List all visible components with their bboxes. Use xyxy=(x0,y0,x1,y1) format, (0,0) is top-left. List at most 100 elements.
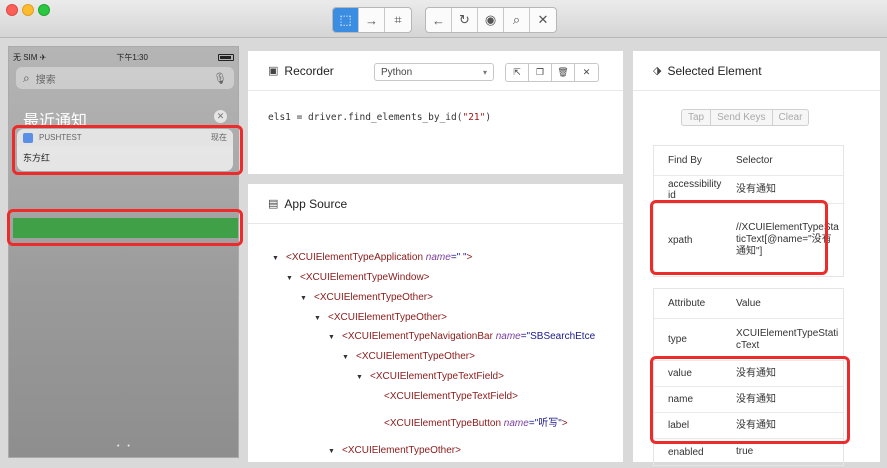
chevron-down-icon: ▾ xyxy=(482,67,487,77)
annotation-box xyxy=(650,200,828,275)
node-value: =" " xyxy=(450,252,467,263)
node-end: > xyxy=(466,252,473,263)
expand-arrow-icon[interactable]: ▼ xyxy=(328,448,342,455)
tap-button[interactable]: Tap xyxy=(682,110,712,125)
eye-icon: ◉ xyxy=(484,12,497,27)
recorder-icon: ▣ xyxy=(268,65,279,77)
document-icon: ▤ xyxy=(268,198,279,210)
node-value: ="SBSearchEtce xyxy=(520,331,596,342)
tree-node[interactable]: ▼ <XCUIElementTypeOther> xyxy=(300,292,433,303)
node-tag: <XCUIElementTypeOther> xyxy=(356,351,475,362)
tree-node[interactable]: ▼ <XCUIElementTypeTextField> xyxy=(356,371,504,382)
selector-value[interactable]: 没有通知 xyxy=(736,176,843,203)
carrier-label: 无 SIM ✈ xyxy=(13,52,47,62)
expand-arrow-icon[interactable]: ▼ xyxy=(300,295,314,302)
tree-node[interactable]: <XCUIElementTypeButton name="听写"> xyxy=(384,414,568,429)
window-close-button[interactable] xyxy=(6,4,18,16)
annotation-box xyxy=(7,209,243,246)
recorder-panel: ▣ Recorder Python ▾ ⇱ ❐ 🗑 ✕ els1 = drive… xyxy=(248,51,623,174)
app-source-panel: ▤ App Source ▼ <XCUIElementTypeApplicatio… xyxy=(248,184,623,462)
select-elements-button[interactable]: ⬚ xyxy=(333,8,359,32)
node-tag: <XCUIElementTypeButton xyxy=(384,418,502,429)
node-tag: <XCUIElementTypeOther> xyxy=(342,445,461,456)
window-minimize-button[interactable] xyxy=(22,4,34,16)
expand-arrow-icon[interactable]: ▼ xyxy=(328,334,342,341)
device-screenshot[interactable]: 无 SIM ✈ 下午1:30 ⌕ 搜索 🎙 最近通知 ✕ PUSHTEST 现在… xyxy=(8,46,239,458)
node-tag: <XCUIElementTypeTextField> xyxy=(370,371,504,382)
table-header-row: Attribute Value xyxy=(654,289,843,319)
window-maximize-button[interactable] xyxy=(38,4,50,16)
node-tag: <XCUIElementTypeWindow> xyxy=(300,272,430,283)
microphone-icon[interactable]: 🎙 xyxy=(213,72,227,85)
start-recording-button[interactable]: ◉ xyxy=(478,8,504,32)
recorder-actions: ⇱ ❐ 🗑 ✕ xyxy=(505,63,599,82)
node-attr: name xyxy=(501,418,529,429)
node-end: > xyxy=(561,418,568,429)
tree-node[interactable]: ▼ <XCUIElementTypeOther> xyxy=(314,312,447,323)
tree-node[interactable]: ▼ <XCUIElementTypeApplication name=" "> xyxy=(272,252,472,263)
node-value: ="听写" xyxy=(528,418,562,429)
element-actions: Tap Send Keys Clear xyxy=(681,109,810,126)
language-value: Python xyxy=(381,66,413,78)
tree-node[interactable]: ▼ <XCUIElementTypeWindow> xyxy=(286,272,430,283)
expand-arrow-icon[interactable]: ▼ xyxy=(272,255,286,262)
clock-label: 下午1:30 xyxy=(116,52,148,62)
find-by-strategy: accessibility id xyxy=(668,178,722,201)
swipe-arrow-icon: → xyxy=(365,12,378,28)
clear-button[interactable]: Clear xyxy=(773,110,809,125)
search-placeholder: 搜索 xyxy=(35,74,56,86)
annotation-box xyxy=(12,125,243,175)
tap-coordinates-icon: ⌗ xyxy=(394,12,402,27)
show-boilerplate-button[interactable]: ⇱ xyxy=(506,64,529,81)
refresh-icon: ↻ xyxy=(459,12,470,27)
node-attr: name xyxy=(423,252,451,263)
attribute-name: type xyxy=(668,334,687,345)
close-icon: ✕ xyxy=(582,67,591,77)
nav-toolbar: ← ↻ ◉ ⌕ ✕ xyxy=(425,7,557,33)
device-status-bar: 无 SIM ✈ 下午1:30 xyxy=(13,51,234,63)
battery-icon xyxy=(217,53,234,61)
mode-toolbar: ⬚ → ⌗ xyxy=(332,7,412,33)
close-icon: ✕ xyxy=(537,12,549,27)
tree-node[interactable]: ▼ <XCUIElementTypeNavigationBar name="SBS… xyxy=(328,331,595,342)
selected-element-header: ⬗ Selected Element xyxy=(633,51,880,91)
app-source-title: App Source xyxy=(284,196,348,211)
swipe-button[interactable]: → xyxy=(359,8,385,32)
quit-session-button[interactable]: ✕ xyxy=(530,8,556,32)
column-header: Value xyxy=(736,297,761,309)
column-header: Selector xyxy=(736,154,773,166)
search-button[interactable]: ⌕ xyxy=(504,8,530,32)
back-button[interactable]: ← xyxy=(426,8,452,32)
tap-coordinates-button[interactable]: ⌗ xyxy=(385,8,411,32)
table-row: type XCUIElementTypeStaticText xyxy=(654,319,843,361)
export-icon: ⇱ xyxy=(513,67,521,77)
expand-arrow-icon[interactable]: ▼ xyxy=(356,374,370,381)
node-attr: name xyxy=(492,331,521,342)
expand-arrow-icon[interactable]: ▼ xyxy=(286,275,300,282)
tree-node[interactable]: <XCUIElementTypeTextField> xyxy=(384,391,518,402)
send-keys-button[interactable]: Send Keys xyxy=(711,110,773,125)
tree-node[interactable]: ▼ <XCUIElementTypeOther> xyxy=(328,445,461,456)
attribute-value: XCUIElementTypeStaticText xyxy=(736,327,839,351)
device-search-field[interactable]: ⌕ 搜索 🎙 xyxy=(16,67,234,89)
node-tag: <XCUIElementTypeApplication xyxy=(286,252,424,263)
language-select[interactable]: Python ▾ xyxy=(374,63,494,81)
code-argument: "21" xyxy=(462,112,486,123)
expand-arrow-icon[interactable]: ▼ xyxy=(342,354,356,361)
tree-node[interactable]: ▼ <XCUIElementTypeOther> xyxy=(342,351,475,362)
node-tag: <XCUIElementTypeNavigationBar xyxy=(342,331,493,342)
clear-actions-button[interactable]: 🗑 xyxy=(552,64,575,81)
node-tag: <XCUIElementTypeOther> xyxy=(328,312,447,323)
node-tag: <XCUIElementTypeTextField> xyxy=(384,391,518,402)
expand-arrow-icon[interactable]: ▼ xyxy=(314,315,328,322)
title-bar: ⬚ → ⌗ ← ↻ ◉ ⌕ ✕ xyxy=(0,0,887,38)
tag-icon: ⬗ xyxy=(653,65,662,77)
recorder-code: els1 = driver.find_elements_by_id("21") xyxy=(268,112,491,123)
code-prefix: els1 = driver.find_elements_by_id( xyxy=(268,112,463,123)
column-header: Attribute xyxy=(668,298,706,309)
copy-code-button[interactable]: ❐ xyxy=(529,64,552,81)
refresh-button[interactable]: ↻ xyxy=(452,8,478,32)
search-icon: ⌕ xyxy=(512,12,521,27)
close-recorder-button[interactable]: ✕ xyxy=(575,64,598,81)
clear-notifications-icon[interactable]: ✕ xyxy=(214,110,227,123)
